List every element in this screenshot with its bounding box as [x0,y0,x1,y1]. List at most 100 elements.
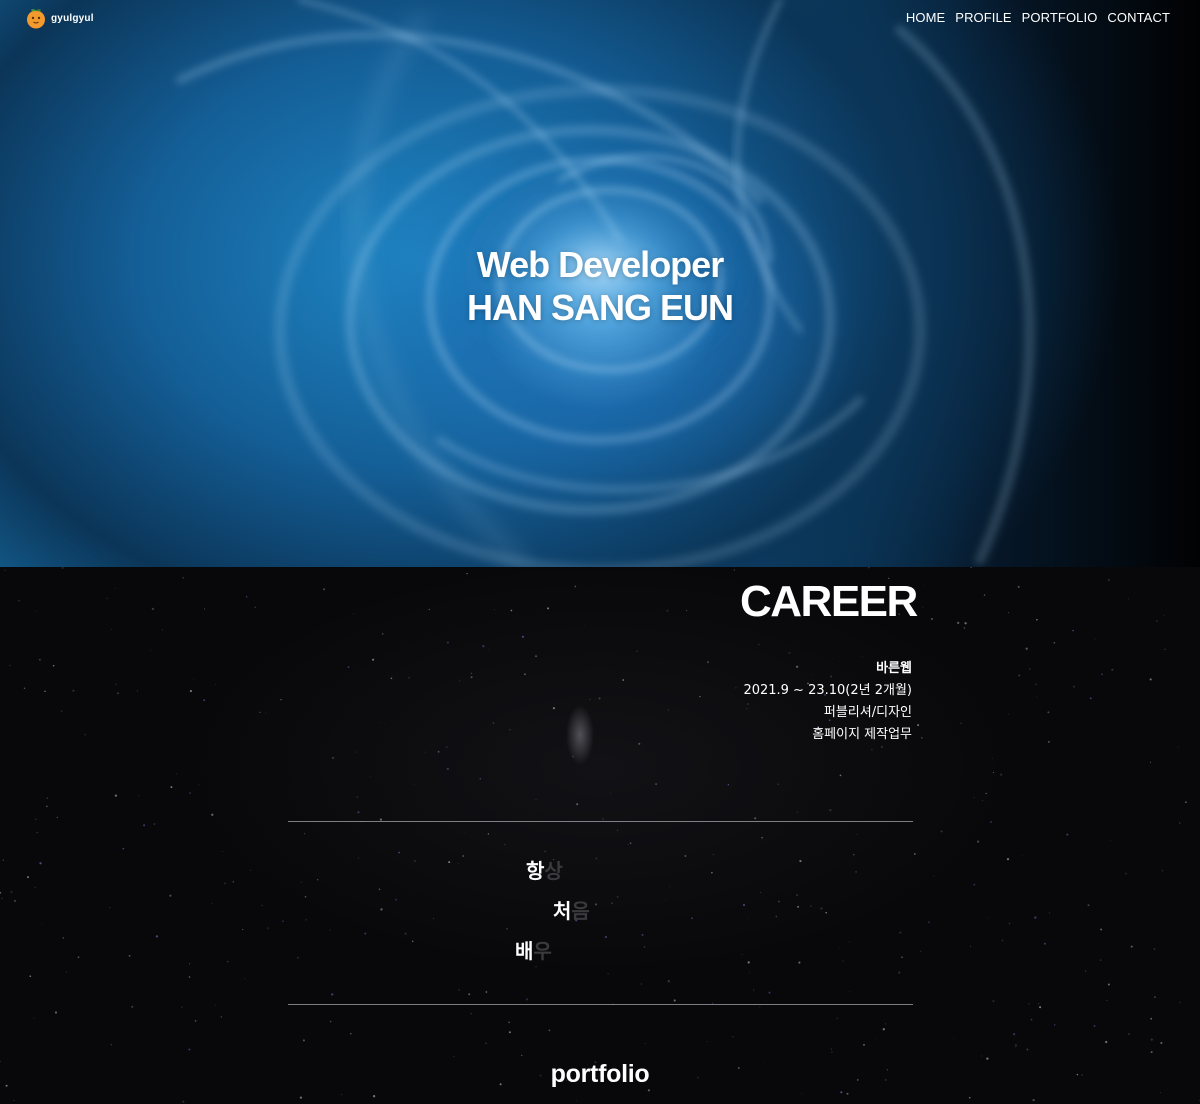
star [347,666,350,669]
star [1127,1032,1131,1036]
star [1054,1024,1056,1026]
star [983,594,986,596]
star [182,576,185,579]
star [667,709,670,711]
hero-title: Web Developer HAN SANG EUN [0,243,1200,329]
star [150,649,152,651]
star [899,931,902,934]
star [329,929,331,931]
star [544,850,546,852]
star [853,854,855,856]
career-duty: 홈페이지 제작업무 [812,727,912,742]
star [799,860,802,863]
star [372,1095,376,1098]
career-company: 바른웹 [876,661,912,676]
nav-home[interactable]: HOME [906,10,945,25]
star [686,610,688,611]
star [378,888,381,891]
star [868,567,870,569]
star [395,898,398,901]
star [1085,970,1087,972]
star [992,1000,995,1003]
star [136,690,139,692]
star [647,1089,651,1092]
star [61,567,64,569]
star [1032,1098,1035,1102]
star [188,963,191,965]
nav-profile[interactable]: PROFILE [955,10,1011,25]
star [1018,674,1021,677]
star [775,915,778,918]
star [589,698,591,701]
star [1036,696,1038,698]
star [796,894,799,897]
star [44,690,46,693]
star [466,572,468,575]
star [761,836,763,839]
star [1034,916,1037,919]
star [36,831,38,834]
star [940,830,943,833]
star [52,664,55,667]
star [470,1013,472,1015]
star [46,797,49,800]
star [358,857,360,859]
star [170,786,173,789]
star [535,798,537,800]
star [993,771,994,773]
star [13,1099,15,1101]
star [1107,983,1110,986]
star [1048,912,1051,914]
star [855,871,857,873]
star [953,1037,955,1039]
star [1006,857,1010,861]
star [1130,945,1133,948]
star [645,1042,647,1044]
star [267,927,270,930]
hero-title-line1: Web Developer [476,244,724,285]
star [664,899,665,901]
logo[interactable]: gyulgyul [25,7,94,29]
star [921,737,923,739]
star [109,906,111,909]
star [798,961,801,964]
star [1030,1018,1033,1021]
star [211,813,214,816]
star [788,652,791,654]
star [169,894,172,897]
star [510,609,513,612]
motto-line-2: 처음 [553,899,590,923]
star [244,978,246,980]
star [60,710,63,712]
star [1179,1001,1181,1003]
star [548,1029,551,1032]
star [198,784,200,786]
nav-contact[interactable]: CONTACT [1107,10,1170,25]
star [520,1054,523,1057]
star [226,960,229,963]
star [470,672,473,675]
star [1073,685,1076,688]
star [304,895,307,898]
star [1110,839,1112,841]
star [458,989,461,991]
motto-line-3: 배우 [515,939,552,963]
star [1127,598,1129,600]
star [317,879,319,881]
star [1105,1040,1108,1044]
star [930,617,934,621]
star [246,596,248,598]
star [176,773,178,775]
star [1089,697,1092,700]
star [760,892,762,893]
star [842,960,844,962]
star [437,750,440,753]
nav-portfolio[interactable]: PORTFOLIO [1022,10,1098,25]
star [711,871,713,874]
star [616,895,619,898]
star [976,840,980,843]
star [122,847,125,850]
star [1104,567,1106,569]
star [655,783,657,785]
career-title: CAREER [740,577,918,626]
